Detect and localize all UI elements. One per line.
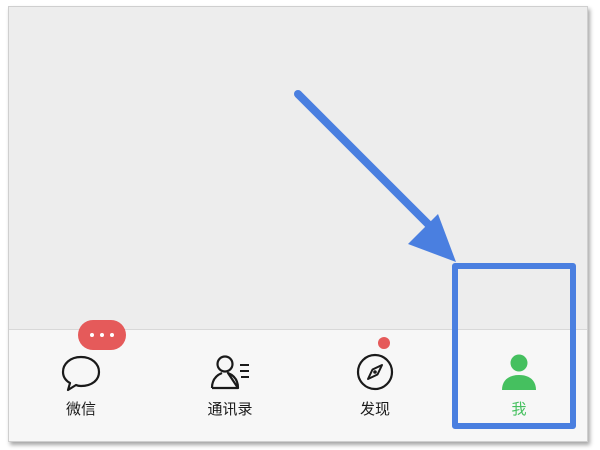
highlight-box: [452, 263, 576, 429]
arrow-head-icon: [408, 214, 456, 262]
